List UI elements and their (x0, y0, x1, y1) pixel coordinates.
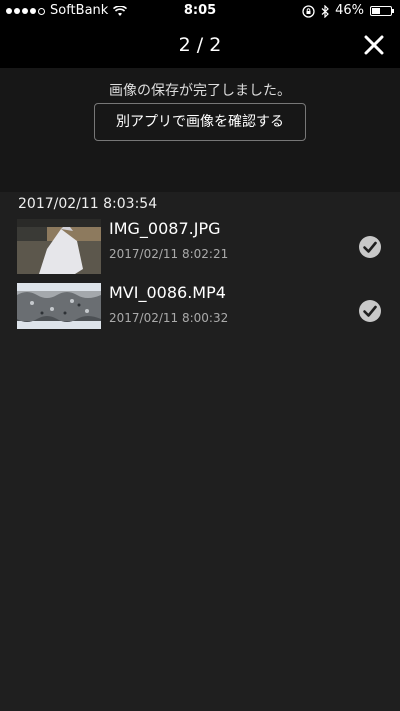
list-item[interactable]: MVI_0086.MP4 2017/02/11 8:00:32 (0, 283, 400, 339)
item-filename: MVI_0086.MP4 (109, 283, 226, 302)
status-right: 46% (302, 0, 394, 22)
nav-bar: 2 / 2 (0, 22, 400, 68)
list-item[interactable]: IMG_0087.JPG 2017/02/11 8:02:21 (0, 219, 400, 275)
checkmark-circle-icon (359, 236, 381, 258)
group-header-timestamp: 2017/02/11 8:03:54 (18, 196, 158, 212)
close-icon[interactable] (362, 33, 386, 57)
battery-fill (372, 8, 381, 14)
open-in-other-app-button[interactable]: 別アプリで画像を確認する (94, 103, 306, 141)
orientation-lock-icon (302, 4, 315, 18)
thumbnail-image (17, 219, 101, 274)
status-bar: SoftBank 8:05 46% (0, 0, 400, 22)
item-date: 2017/02/11 8:00:32 (109, 311, 229, 325)
battery-icon (370, 6, 394, 16)
save-complete-banner: 画像の保存が完了しました。 別アプリで画像を確認する (0, 68, 400, 192)
thumbnail-image (17, 283, 101, 338)
battery-percent: 46% (335, 3, 364, 18)
page-title: 2 / 2 (178, 34, 222, 56)
item-filename: IMG_0087.JPG (109, 219, 221, 238)
bluetooth-icon (321, 4, 329, 18)
checkmark-circle-icon (359, 300, 381, 322)
save-complete-message: 画像の保存が完了しました。 (109, 83, 291, 99)
item-date: 2017/02/11 8:02:21 (109, 247, 229, 261)
